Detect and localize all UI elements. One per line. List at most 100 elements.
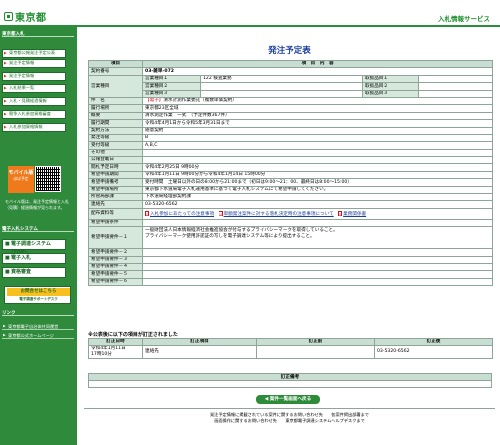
e-procurement-top-link[interactable]: 電子調達システム(TOP) [2, 239, 66, 256]
page-title: 発注予定表 [268, 46, 311, 56]
handled-item-value [417, 89, 494, 98]
correction-header-date: 訂正日時 [88, 338, 143, 346]
subject-value: 清水計測作業委託（複数単価契約） [163, 98, 237, 104]
accept-rank-value: A,B,C [141, 141, 494, 150]
correction-title: ※公表後に以下の項目が訂正されました [88, 332, 178, 338]
correction-remark-header: 訂正備考 [88, 373, 492, 381]
condition-value [141, 218, 494, 228]
sidebar-item-bid-results[interactable]: 入札結果一覧 [2, 84, 66, 93]
business-type-value [200, 89, 363, 98]
accept-rank-label: 受付等級 [88, 141, 143, 150]
publish-date-value [141, 156, 494, 165]
qr-code-icon [35, 166, 61, 192]
location-label: 履行場所 [88, 104, 143, 113]
pdf-icon [145, 210, 149, 216]
apply-note-value: 受付時間 土曜日以外の日の8:00から21:00まで（初日は9:00〜21：00… [141, 178, 494, 187]
requirement-2-label: 希望申請要件－２ [88, 248, 143, 257]
opening-date-value: 令和4年2月25日 9時00分 [141, 163, 494, 172]
document-link-related[interactable]: 業務関係書 [343, 212, 366, 217]
method-label: 契約方法 [88, 126, 143, 135]
apply-place-label: 希望申請場所 [88, 185, 143, 195]
sidebar-link-joint-operation[interactable]: 東京都電子自治体共同運営 [2, 323, 74, 330]
sidebar-item-qualification[interactable]: 競争入札参加資格審査 [2, 110, 66, 119]
apply-period-label: 希望申請期間 [88, 170, 143, 180]
apply-period-value: 令和4年1月11日 9時00分から令和4年1月14日 15時00分 [141, 170, 494, 180]
correction-date: 令和4年1月11日 17時10分 [88, 345, 143, 359]
requirement-6-value [141, 277, 494, 287]
sidebar: 東京都入札 東京都公報発注予定公表 発注予定情報 発注予定情報 入札結果一覧 入… [0, 27, 77, 445]
correction-remark-table: 訂正備考 [88, 373, 492, 388]
correction-before [256, 345, 375, 359]
sidebar-section-label-2: 電子入札システム [2, 226, 74, 232]
documents-label: 配布資料等 [88, 207, 143, 220]
business-type-key: 営業種目１ [142, 74, 201, 84]
pdf-icon [338, 210, 343, 216]
correction-header-item: 訂正項目 [142, 338, 257, 346]
handled-item-value [417, 74, 494, 84]
subject-cell: 【電子】清水計測作業委託（複数単価契約） [141, 96, 494, 106]
requirement-5-value [141, 270, 494, 279]
mobile-sub-label: ほぼ予定 [13, 176, 29, 181]
requirement-3-value [141, 255, 494, 265]
documents-cell: 入札参加にあたっての注意事項 単額発注案件に対する落札決定時の注意事項について … [141, 207, 494, 220]
mobile-version-button[interactable]: モバイル版 ほぼ予定 [8, 166, 34, 193]
requirement-5-label: 希望申請要件－５ [88, 270, 143, 279]
sidebar-section-label-3: リンク [2, 310, 74, 316]
business-type-value [200, 82, 363, 91]
requirement-4-label: 希望申請要件－４ [88, 262, 143, 272]
sidebar-link-official-site[interactable]: 東京都公式ホームページ [2, 332, 74, 339]
requirement-1-label: 希望申請要件－１ [88, 226, 143, 250]
tokyo-logo[interactable]: 東京都 [4, 9, 47, 24]
sidebar-item-qualified-list[interactable]: 入札参加資格情報 [2, 123, 66, 132]
publish-date-label: 公報登載日 [88, 156, 143, 165]
sidebar-item-bid-progress[interactable]: 入札・見積経過情報 [2, 97, 66, 106]
mobile-note: モバイル版は、発注予定情報と入札（見積）経過情報が見られます。 [5, 199, 69, 210]
correction-header-after: 訂正後 [374, 338, 493, 346]
rank-value: B [141, 133, 494, 143]
qualification-review-link[interactable]: 資格審査 [2, 267, 66, 278]
document-link-award[interactable]: 単額発注案件に対する落札決定時の注意事項について [224, 212, 334, 217]
condition-label: 希望申請条件 [88, 218, 143, 228]
rank-label: 発注等級 [88, 133, 143, 143]
document-link-notes[interactable]: 入札参加にあたっての注意事項 [150, 212, 214, 217]
service-title: 入札情報サービス [438, 15, 490, 23]
sidebar-item-gazette[interactable]: 東京都公報発注予定公表 [2, 49, 66, 58]
requirement-2-value [141, 248, 494, 257]
e-bidding-link[interactable]: 電子入札 [2, 253, 66, 264]
requirement-4-value [141, 262, 494, 272]
period-value: 令和4年4月1日から令和5年3月31日まで [141, 119, 494, 128]
office-label: 所管局部課 [88, 193, 143, 202]
support-desk-banner[interactable]: お問合せはこちら 電子調達サポートデスク [4, 286, 71, 304]
business-type-value: 122 検査業務 [200, 74, 363, 84]
requirement-1-value: 一般財団法人日本情報経済社会推進協会が付与するプライバシーマークを取得しているこ… [141, 226, 494, 250]
electronic-tag: 【電子】 [145, 98, 164, 104]
requirement-3-label: 希望申請要件－３ [88, 255, 143, 265]
sidebar-section-label: 東京都入札 [2, 31, 74, 37]
back-to-list-button[interactable]: ◀ 案件一覧画面へ戻る [256, 395, 320, 404]
footer-divider [84, 408, 495, 409]
contract-no-label: 契約番号 [88, 67, 143, 76]
logo-text: 東京都 [15, 13, 47, 24]
column-header-content: 項 目 内 容 [141, 59, 494, 69]
correction-time-line: 17時10分 [91, 352, 112, 357]
correction-table: 訂正日時 訂正項目 訂正前 訂正後 令和4年1月11日 17時10分 連絡先 0… [88, 338, 493, 359]
handled-item-key: 取扱品目１ [362, 74, 419, 84]
sidebar-item-order-schedule[interactable]: 発注予定情報 [2, 59, 66, 68]
handled-item-value [417, 82, 494, 91]
order-detail-table: 項目 項 目 内 容 契約番号 03-雑単-072 営業種目 営業種目１ 122… [88, 59, 494, 287]
other-label: その他 [88, 148, 143, 158]
column-header-item: 項目 [88, 59, 143, 69]
page-header: 東京都 入札情報サービス [0, 0, 500, 26]
other-value [141, 148, 494, 158]
sidebar-item-order-info[interactable]: 発注予定情報 [2, 72, 66, 81]
support-banner-title: お問合せはこちら [7, 288, 70, 296]
location-value: 東京都23区全域 [141, 104, 494, 113]
contact-value: 03-5320-6562 [141, 200, 494, 209]
contact-label: 連絡先 [88, 200, 143, 209]
handled-item-key: 取扱品目２ [362, 82, 419, 91]
summary-label: 概要 [88, 111, 143, 121]
correction-header-before: 訂正前 [256, 338, 375, 346]
correction-after: 03-5320-6562 [374, 345, 493, 359]
opening-date-label: 閲札予定日時 [88, 163, 143, 172]
office-value: 下水道局経理部契約課 [141, 193, 494, 202]
